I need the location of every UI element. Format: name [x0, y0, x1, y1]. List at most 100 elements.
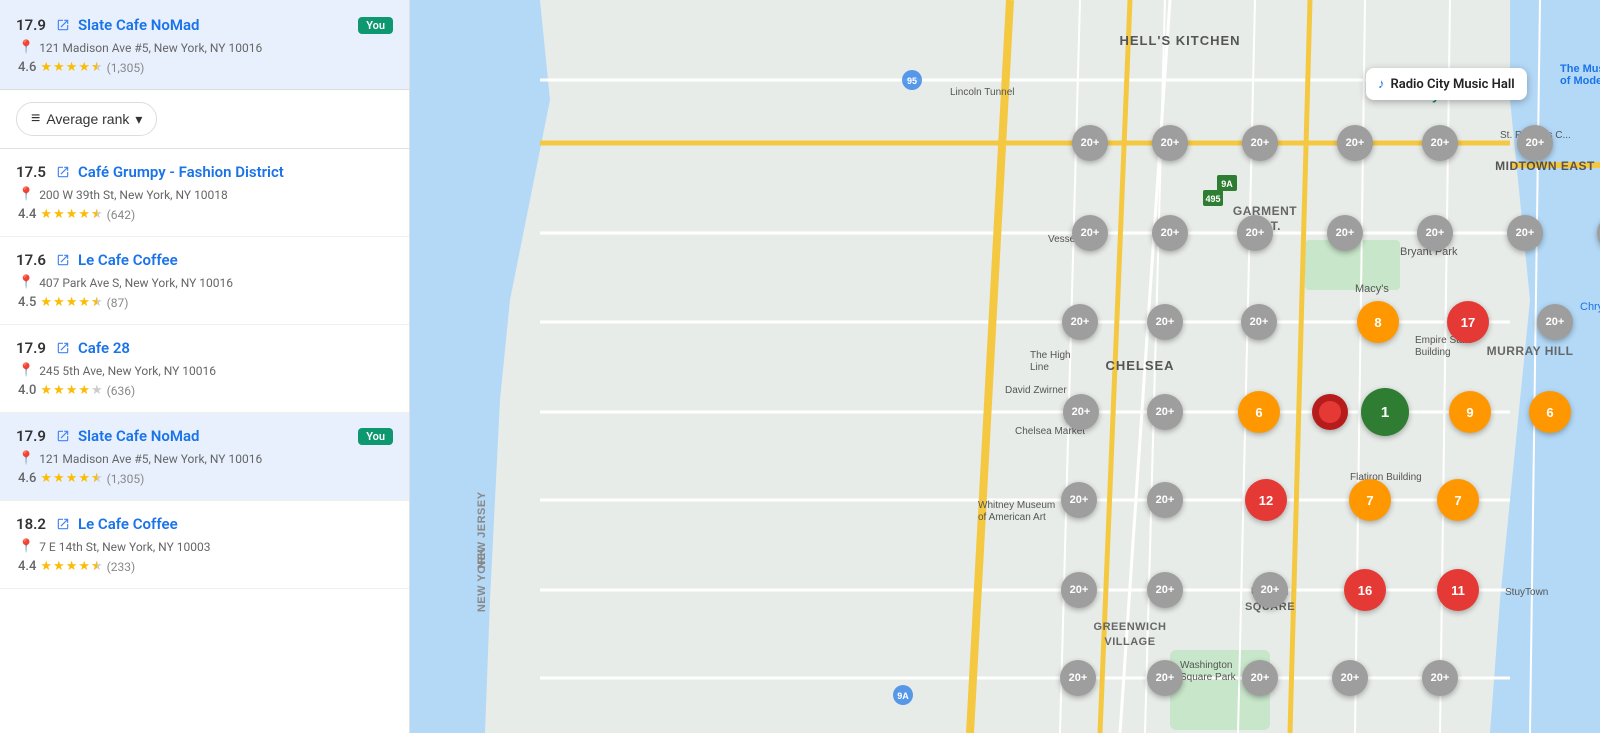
map-cluster-c29[interactable]: 6 — [1529, 391, 1571, 433]
reviews-count: (642) — [107, 208, 136, 222]
result-item-3[interactable]: 17.9 Slate Cafe NoMad You 📍 121 Madison … — [0, 413, 409, 501]
map-cluster-c18[interactable]: 20+ — [1241, 304, 1277, 340]
svg-text:495: 495 — [1205, 194, 1220, 204]
map-cluster-c5[interactable]: 20+ — [1422, 125, 1458, 161]
map-cluster-c38[interactable]: 16 — [1344, 569, 1386, 611]
map-cluster-c13[interactable]: 20+ — [1417, 215, 1453, 251]
pin-icon: 📍 — [18, 451, 34, 466]
map-cluster-c25[interactable]: 6 — [1238, 391, 1280, 433]
star-rating: ★★★★★★ — [40, 471, 102, 486]
average-rank-filter[interactable]: ≡ Average rank ▾ — [16, 102, 157, 136]
chevron-down-icon: ▾ — [135, 111, 142, 128]
map-cluster-c27[interactable]: 1 — [1361, 388, 1409, 436]
star-rating: ★★★★★ — [40, 383, 102, 398]
svg-text:MURRAY HILL: MURRAY HILL — [1487, 344, 1574, 358]
svg-text:Lincoln Tunnel: Lincoln Tunnel — [950, 87, 1015, 98]
map-cluster-c26[interactable] — [1312, 394, 1348, 430]
result-address-text: 407 Park Ave S, New York, NY 10016 — [39, 276, 233, 290]
svg-text:StuyTown: StuyTown — [1505, 587, 1548, 598]
svg-text:GREENWICH: GREENWICH — [1094, 621, 1167, 633]
svg-text:Line: Line — [1030, 362, 1049, 373]
svg-text:Macy's: Macy's — [1355, 283, 1389, 295]
map-cluster-c3[interactable]: 20+ — [1242, 125, 1278, 161]
map-cluster-c1[interactable]: 20+ — [1072, 125, 1108, 161]
map-cluster-c40[interactable]: 20+ — [1060, 660, 1096, 696]
external-link-icon — [56, 165, 70, 179]
svg-text:HELL'S KITCHEN: HELL'S KITCHEN — [1119, 33, 1240, 48]
map-cluster-c42[interactable]: 20+ — [1242, 660, 1278, 696]
map-cluster-c32[interactable]: 12 — [1245, 479, 1287, 521]
rank-score: 17.9 — [16, 16, 48, 34]
result-address-text: 121 Madison Ave #5, New York, NY 10016 — [39, 452, 262, 466]
result-name: Café Grumpy - Fashion District — [78, 163, 393, 181]
rank-score: 17.9 — [16, 427, 48, 445]
result-item-0[interactable]: 17.5 Café Grumpy - Fashion District 📍 20… — [0, 149, 409, 237]
filter-icon: ≡ — [31, 110, 40, 128]
map-cluster-c14[interactable]: 20+ — [1507, 215, 1543, 251]
svg-text:9A: 9A — [1221, 179, 1233, 189]
map-cluster-c16[interactable]: 20+ — [1062, 304, 1098, 340]
map-cluster-c41[interactable]: 20+ — [1147, 660, 1183, 696]
map-cluster-c21[interactable]: 20+ — [1537, 304, 1573, 340]
map-cluster-c36[interactable]: 20+ — [1147, 572, 1183, 608]
result-name: Slate Cafe NoMad — [78, 427, 350, 445]
svg-text:of Modern Art: of Modern Art — [1560, 75, 1600, 87]
svg-text:Building: Building — [1415, 347, 1451, 358]
result-item-1[interactable]: 17.6 Le Cafe Coffee 📍 407 Park Ave S, Ne… — [0, 237, 409, 325]
result-item-4[interactable]: 18.2 Le Cafe Coffee 📍 7 E 14th St, New Y… — [0, 501, 409, 589]
rating-number: 4.6 — [18, 471, 36, 486]
map-cluster-c28[interactable]: 9 — [1449, 391, 1491, 433]
reviews-count: (1,305) — [107, 61, 145, 75]
results-list: 17.5 Café Grumpy - Fashion District 📍 20… — [0, 149, 409, 589]
svg-text:95: 95 — [907, 76, 917, 86]
map-cluster-c4[interactable]: 20+ — [1337, 125, 1373, 161]
svg-text:The Museum: The Museum — [1560, 63, 1600, 75]
map-cluster-c11[interactable]: 20+ — [1237, 215, 1273, 251]
external-link-icon — [56, 517, 70, 531]
map-cluster-c12[interactable]: 20+ — [1327, 215, 1363, 251]
rating-number: 4.6 — [18, 60, 36, 75]
map-cluster-c43[interactable]: 20+ — [1332, 660, 1368, 696]
radio-city-tooltip[interactable]: ♪ Radio City Music Hall — [1366, 68, 1527, 100]
pin-icon: 📍 — [18, 539, 34, 554]
you-badge: You — [358, 428, 393, 445]
reviews-count: (87) — [107, 296, 129, 310]
map-cluster-c35[interactable]: 20+ — [1061, 572, 1097, 608]
svg-text:MIDTOWN EAST: MIDTOWN EAST — [1495, 159, 1595, 173]
map-cluster-c37[interactable]: 20+ — [1252, 572, 1288, 608]
map-panel[interactable]: HELL'S KITCHEN GARMENT DIST. CHELSEA MID… — [410, 0, 1600, 733]
pin-icon: 📍 — [18, 187, 34, 202]
map-cluster-c39[interactable]: 11 — [1437, 569, 1479, 611]
map-cluster-c24[interactable]: 20+ — [1147, 394, 1183, 430]
svg-text:of American Art: of American Art — [978, 512, 1046, 523]
result-name: Le Cafe Coffee — [78, 251, 393, 269]
map-cluster-c44[interactable]: 20+ — [1422, 660, 1458, 696]
map-cluster-c9[interactable]: 20+ — [1072, 215, 1108, 251]
svg-text:Chrysler Building: Chrysler Building — [1580, 301, 1600, 313]
map-cluster-c19[interactable]: 8 — [1357, 301, 1399, 343]
map-cluster-c23[interactable]: 20+ — [1063, 394, 1099, 430]
map-cluster-c31[interactable]: 20+ — [1147, 482, 1183, 518]
reviews-count: (1,305) — [107, 472, 145, 486]
rating-number: 4.5 — [18, 295, 36, 310]
result-name: Le Cafe Coffee — [78, 515, 393, 533]
map-cluster-c34[interactable]: 7 — [1437, 479, 1479, 521]
rank-score: 18.2 — [16, 515, 48, 533]
map-cluster-c17[interactable]: 20+ — [1147, 304, 1183, 340]
result-address-text: 121 Madison Ave #5, New York, NY 10016 — [39, 41, 262, 55]
pin-icon: 📍 — [18, 40, 34, 55]
map-cluster-c20[interactable]: 17 — [1447, 301, 1489, 343]
map-cluster-c30[interactable]: 20+ — [1061, 482, 1097, 518]
top-result-item[interactable]: 17.9 Slate Cafe NoMad You 📍 121 Madison … — [0, 0, 409, 90]
result-item-2[interactable]: 17.9 Cafe 28 📍 245 5th Ave, New York, NY… — [0, 325, 409, 413]
rank-score: 17.5 — [16, 163, 48, 181]
star-rating: ★★★★★★ — [40, 559, 102, 574]
map-cluster-c2[interactable]: 20+ — [1152, 125, 1188, 161]
map-cluster-c6[interactable]: 20+ — [1517, 125, 1553, 161]
star-rating: ★ ★ ★ ★ ★ ★ — [40, 60, 102, 75]
rating-number: 4.4 — [18, 207, 36, 222]
map-cluster-c10[interactable]: 20+ — [1152, 215, 1188, 251]
rank-score: 17.6 — [16, 251, 48, 269]
svg-text:GARMENT: GARMENT — [1233, 204, 1297, 218]
map-cluster-c33[interactable]: 7 — [1349, 479, 1391, 521]
